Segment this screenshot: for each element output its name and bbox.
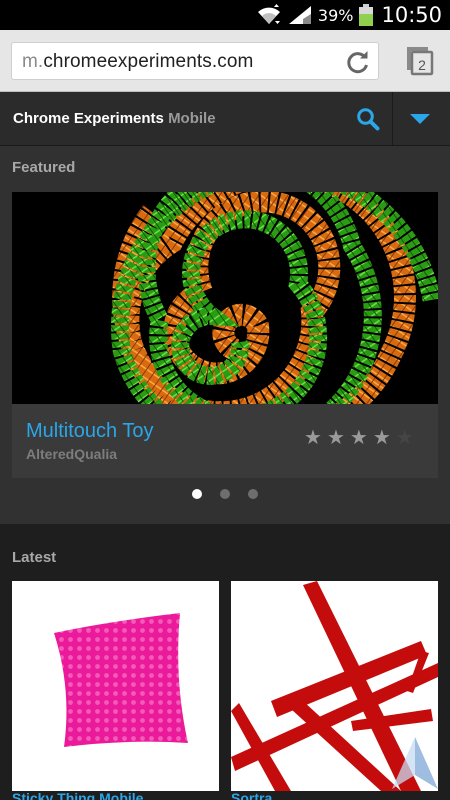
menu-dropdown-button[interactable] xyxy=(400,92,440,146)
header-divider xyxy=(392,92,393,146)
wifi-icon xyxy=(257,4,280,24)
star-icon: ★ xyxy=(372,427,391,449)
featured-heading: Featured xyxy=(12,159,76,176)
watermark-logo xyxy=(392,737,438,789)
browser-toolbar: m.chromeexperiments.com 2 xyxy=(0,30,450,92)
url-host: chromeexperiments.com xyxy=(43,51,254,72)
featured-card[interactable]: Multitouch Toy AlteredQualia ★ ★ ★ ★ ★ xyxy=(12,192,438,478)
status-bar: 39% 10:50 xyxy=(0,0,450,30)
battery-percent: 39% xyxy=(317,5,354,25)
star-icon: ★ xyxy=(349,427,368,449)
site-title-main: Chrome Experiments xyxy=(13,110,164,127)
carousel-dot[interactable] xyxy=(192,489,202,499)
latest-heading: Latest xyxy=(12,549,57,566)
latest-tile-1[interactable] xyxy=(12,581,219,791)
address-bar[interactable]: m.chromeexperiments.com xyxy=(11,42,379,80)
featured-author: AlteredQualia xyxy=(26,446,118,462)
search-icon xyxy=(357,108,380,131)
site-title[interactable]: Chrome Experiments Mobile xyxy=(13,110,216,127)
latest-section: Latest Sticky Thing Mobile Sortra xyxy=(0,524,450,800)
sticky-thing-thumbnail xyxy=(54,613,188,747)
featured-section: Featured Multitouch Toy AlteredQualia ★ … xyxy=(0,146,450,524)
star-icon: ★ xyxy=(395,427,414,449)
spiral-artwork xyxy=(111,192,438,404)
tabs-icon: 2 xyxy=(407,47,434,76)
battery-icon xyxy=(359,4,374,26)
latest-tile-1-title[interactable]: Sticky Thing Mobile xyxy=(12,790,143,800)
caret-down-icon xyxy=(410,114,430,124)
rating-stars: ★ ★ ★ ★ ★ xyxy=(304,428,414,448)
featured-title[interactable]: Multitouch Toy xyxy=(26,420,153,443)
carousel-dot[interactable] xyxy=(220,489,230,499)
site-header: Chrome Experiments Mobile xyxy=(0,92,450,146)
reload-icon[interactable] xyxy=(345,49,371,75)
tab-count: 2 xyxy=(418,57,426,73)
star-icon: ★ xyxy=(326,427,345,449)
featured-thumbnail[interactable] xyxy=(12,192,438,404)
carousel-pager[interactable] xyxy=(0,489,450,499)
tab-switcher-button[interactable]: 2 xyxy=(404,43,436,77)
url-scheme: m. xyxy=(22,51,44,72)
search-button[interactable] xyxy=(348,92,388,146)
url-text[interactable]: m.chromeexperiments.com xyxy=(22,51,253,73)
latest-tile-2-title[interactable]: Sortra xyxy=(231,790,272,800)
star-icon: ★ xyxy=(304,427,322,449)
clock: 10:50 xyxy=(381,3,442,27)
signal-icon xyxy=(288,6,311,24)
carousel-dot[interactable] xyxy=(248,489,258,499)
site-title-suffix: Mobile xyxy=(168,110,216,127)
